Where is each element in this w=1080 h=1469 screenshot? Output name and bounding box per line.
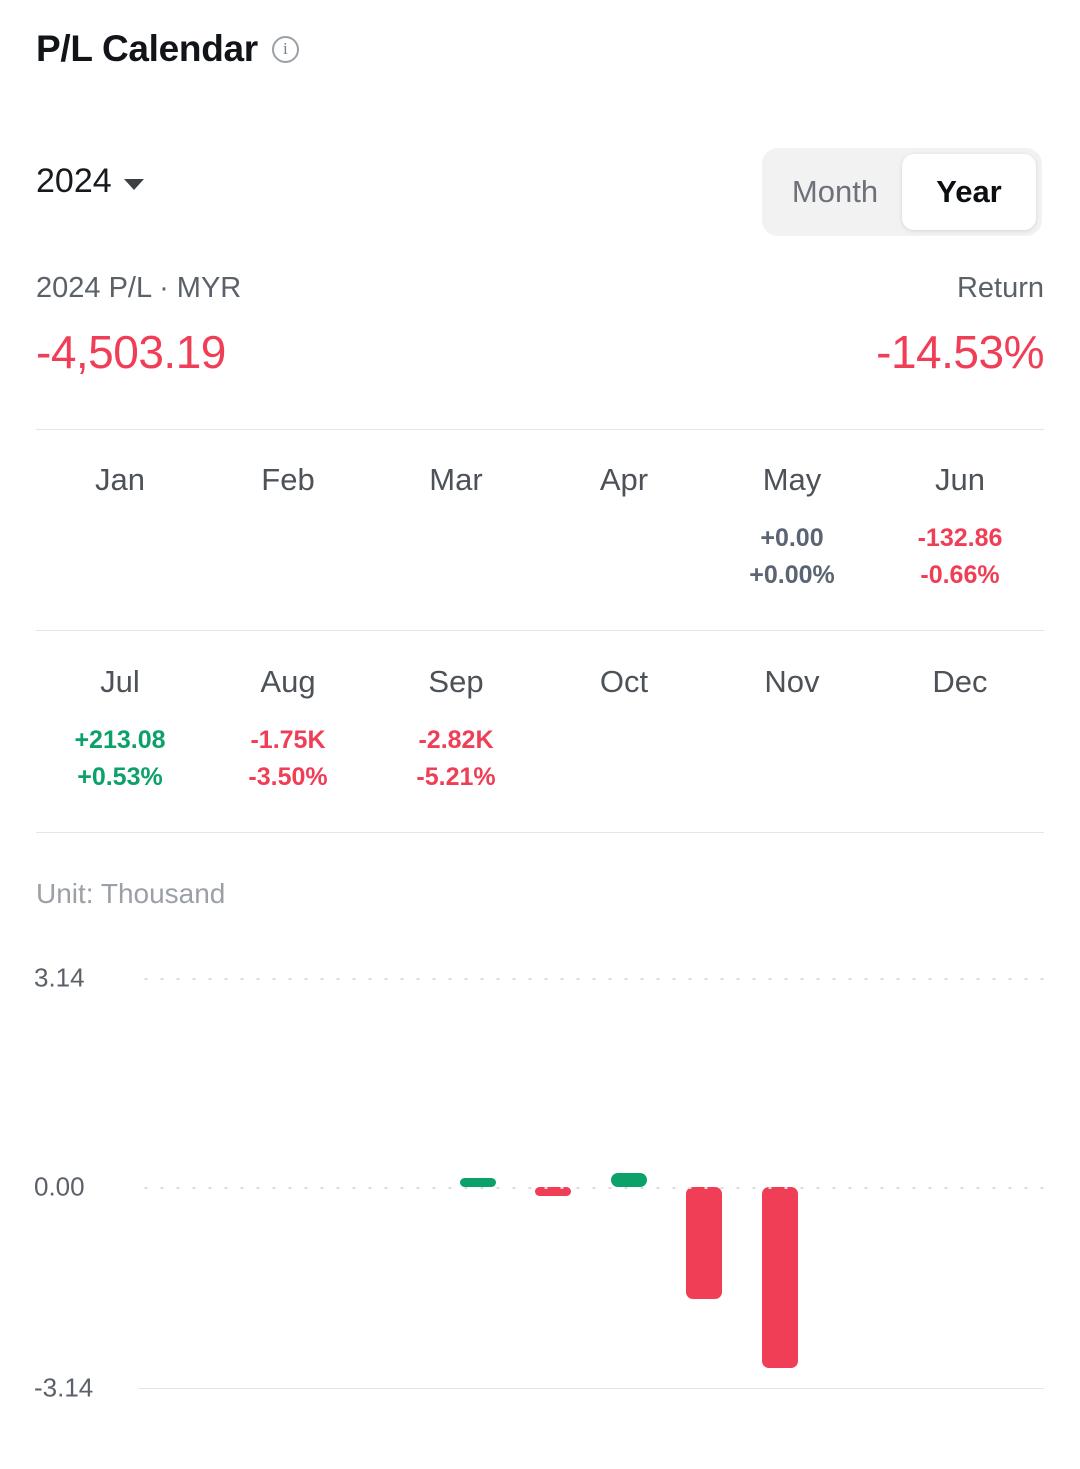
month-cell-jun[interactable]: Jun -132.86 -0.66% — [876, 462, 1044, 600]
month-label: Nov — [764, 664, 820, 699]
month-cell-may[interactable]: May +0.00 +0.00% — [708, 462, 876, 600]
return-label: Return — [956, 272, 1044, 304]
chart-bar-aug[interactable] — [686, 1187, 723, 1300]
pl-bar-chart: 3.14 0.00 -3.14 — [0, 948, 1080, 1428]
month-label: May — [762, 462, 822, 497]
pl-calendar-page: P/L Calendar i 2024 Month Year 2024 P/L … — [0, 0, 1080, 1469]
month-pct-value: -0.66% — [920, 561, 1000, 589]
month-label: Jun — [935, 462, 985, 497]
chart-gridline — [138, 1187, 1044, 1189]
chart-y-tick-label: 3.14 — [34, 962, 85, 993]
info-icon[interactable]: i — [271, 35, 299, 63]
month-cell-sep[interactable]: Sep -2.82K -5.21% — [372, 664, 540, 802]
chart-bar-may[interactable] — [459, 1178, 496, 1187]
divider-bottom — [36, 832, 1044, 833]
month-pl-value: -132.86 — [917, 524, 1003, 552]
month-label: Dec — [932, 664, 988, 699]
month-pct-value: +0.53% — [77, 763, 163, 791]
tab-year[interactable]: Year — [902, 154, 1036, 230]
month-cell-aug[interactable]: Aug -1.75K -3.50% — [204, 664, 372, 802]
month-pl-value: +0.00 — [760, 524, 824, 552]
month-pct-value: -3.50% — [248, 763, 328, 791]
month-cell-dec[interactable]: Dec — [876, 664, 1044, 802]
month-values: +213.08 +0.53% — [74, 726, 165, 802]
chart-bar-jul[interactable] — [610, 1173, 647, 1187]
year-selector[interactable]: 2024 — [36, 162, 144, 201]
month-pct-value: -5.21% — [416, 763, 496, 791]
month-cell-mar[interactable]: Mar — [372, 462, 540, 600]
chart-y-tick-label: -3.14 — [34, 1372, 94, 1403]
pl-value: -4,503.19 — [36, 326, 226, 378]
month-label: Jan — [95, 462, 145, 497]
month-label: Aug — [260, 664, 316, 699]
month-label: Apr — [599, 462, 649, 497]
month-label: Feb — [261, 462, 315, 497]
month-cell-nov[interactable]: Nov — [708, 664, 876, 802]
month-cell-oct[interactable]: Oct — [540, 664, 708, 802]
period-toggle: Month Year — [762, 148, 1042, 236]
chart-gridline — [138, 978, 1044, 980]
month-cell-feb[interactable]: Feb — [204, 462, 372, 600]
month-cell-jul[interactable]: Jul +213.08 +0.53% — [36, 664, 204, 802]
month-grid-first-half: Jan Feb Mar Apr May +0.00 +0.00% Jun -132.86 -0.6… — [36, 462, 1044, 600]
month-label: Jul — [100, 664, 140, 699]
month-label: Oct — [599, 664, 649, 699]
chart-gridline — [138, 1388, 1044, 1389]
month-pl-value: +213.08 — [74, 726, 166, 754]
month-label: Sep — [428, 664, 484, 699]
month-values: +0.00 +0.00% — [749, 524, 835, 600]
month-pl-value: -2.82K — [418, 726, 494, 754]
chart-bar-sep[interactable] — [761, 1187, 798, 1368]
pl-label: 2024 P/L · MYR — [36, 272, 242, 304]
tab-month[interactable]: Month — [768, 154, 902, 230]
month-cell-jan[interactable]: Jan — [36, 462, 204, 600]
month-label: Mar — [429, 462, 483, 497]
chart-y-tick-label: 0.00 — [34, 1171, 85, 1202]
month-values: -1.75K -3.50% — [248, 726, 327, 802]
controls-row: 2024 Month Year — [0, 148, 1080, 236]
divider-middle — [36, 630, 1044, 631]
month-values: -132.86 -0.66% — [918, 524, 1003, 600]
page-title: P/L Calendar — [36, 28, 258, 69]
return-value: -14.53% — [876, 326, 1044, 378]
year-selector-label: 2024 — [36, 162, 112, 200]
divider-top — [36, 429, 1044, 430]
month-pl-value: -1.75K — [250, 726, 326, 754]
summary-block: 2024 P/L · MYR Return -4,503.19 -14.53% — [36, 272, 1044, 402]
month-pct-value: +0.00% — [749, 561, 835, 589]
page-header: P/L Calendar i — [36, 28, 299, 70]
chart-unit-label: Unit: Thousand — [36, 878, 226, 909]
month-grid-second-half: Jul +213.08 +0.53% Aug -1.75K -3.50% Sep -2.82K… — [36, 664, 1044, 802]
chevron-down-icon — [123, 178, 144, 190]
month-values: -2.82K -5.21% — [416, 726, 495, 802]
month-cell-apr[interactable]: Apr — [540, 462, 708, 600]
